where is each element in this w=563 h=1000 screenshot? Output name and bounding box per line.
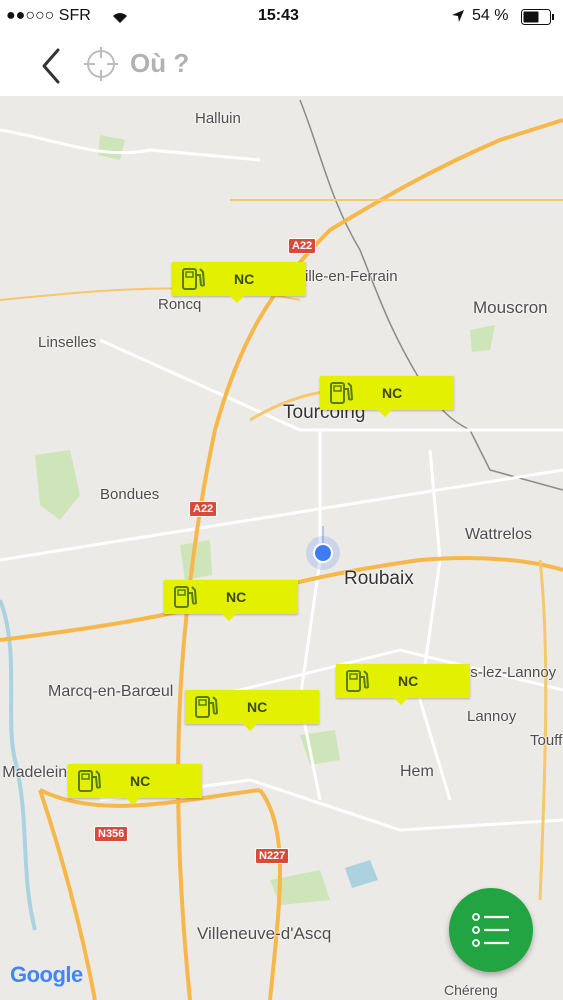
carrier-label: ●●○○○ SFR xyxy=(6,7,91,24)
place-label-roncq: Roncq xyxy=(158,296,202,313)
station-price-label: NC xyxy=(382,385,403,401)
station-price-label: NC xyxy=(226,589,247,605)
place-label-madeleine: La Madeleine xyxy=(0,764,77,781)
place-label-chereng: Chéreng xyxy=(444,982,498,998)
user-location-marker xyxy=(306,526,340,570)
fuel-station-marker[interactable]: NC xyxy=(336,664,470,705)
road-label-a22: A22 xyxy=(288,238,317,254)
place-label-halluin: Halluin xyxy=(195,110,241,127)
map-view[interactable]: Halluin Neuville-en-Ferrain Mouscron Ron… xyxy=(0,96,563,1000)
station-price-label: NC xyxy=(398,673,419,689)
road-label-n227: N227 xyxy=(255,848,290,864)
place-label-bondues: Bondues xyxy=(100,486,160,503)
nav-bar: Où ? xyxy=(0,34,563,97)
google-logo-text: Google xyxy=(10,962,83,987)
battery-icon xyxy=(521,9,554,25)
fuel-pump-icon xyxy=(346,670,370,692)
location-arrow-icon xyxy=(452,10,464,22)
map-roads-layer xyxy=(0,99,563,1000)
fuel-station-marker[interactable]: NC xyxy=(68,764,202,805)
place-label-marcq: Marcq-en-Barœul xyxy=(48,683,174,700)
fuel-pump-icon xyxy=(195,696,219,718)
fuel-station-marker[interactable]: NC xyxy=(185,690,319,731)
place-label-lannoy: Lannoy xyxy=(467,708,517,725)
google-logo: Google xyxy=(10,962,83,988)
place-label-mouscron: Mouscron xyxy=(473,298,548,317)
back-button[interactable] xyxy=(38,46,64,86)
place-label-wattrelos: Wattrelos xyxy=(465,526,532,543)
station-price-label: NC xyxy=(234,271,255,287)
station-price-label: NC xyxy=(247,699,268,715)
crosshair-icon[interactable] xyxy=(84,47,118,81)
list-view-button[interactable] xyxy=(449,888,533,972)
fuel-station-marker[interactable]: NC xyxy=(172,262,306,303)
status-bar: ●●○○○ SFR 15:43 54 % xyxy=(0,0,563,34)
page-title: Où ? xyxy=(130,48,190,78)
fuel-station-marker[interactable]: NC xyxy=(164,580,298,621)
place-label-toufflers: Toufflers xyxy=(530,732,563,749)
place-label-lys: Lys-lez-Lannoy xyxy=(455,664,557,681)
wifi-icon xyxy=(113,13,127,23)
fuel-pump-icon xyxy=(174,586,198,608)
road-label-a22: A22 xyxy=(189,501,218,517)
place-label-villeneuve: Villeneuve-d'Ascq xyxy=(197,924,332,943)
fuel-pump-icon xyxy=(78,770,102,792)
place-label-roubaix: Roubaix xyxy=(344,568,414,589)
station-price-label: NC xyxy=(130,773,151,789)
list-icon xyxy=(472,913,509,947)
fuel-station-marker[interactable]: NC xyxy=(320,376,454,417)
road-label-n356: N356 xyxy=(94,826,129,842)
place-label-linselles: Linselles xyxy=(38,334,97,351)
clock: 15:43 xyxy=(258,7,299,24)
battery-percentage: 54 % xyxy=(472,7,509,24)
fuel-pump-icon xyxy=(330,382,354,404)
place-label-hem: Hem xyxy=(400,763,434,780)
fuel-pump-icon xyxy=(182,268,206,290)
